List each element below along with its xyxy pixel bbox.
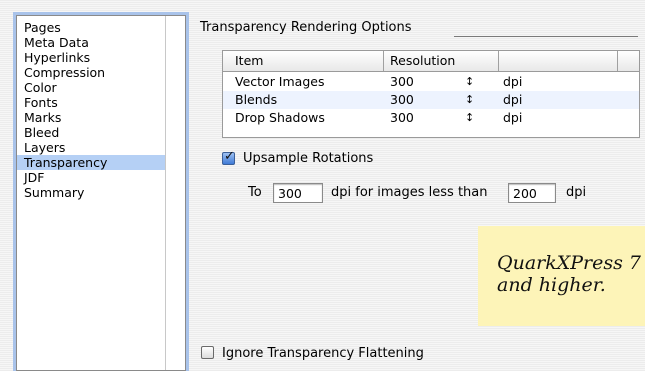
version-note: QuarkXPress 7 and higher.	[478, 226, 645, 326]
category-item-bleed[interactable]: Bleed	[17, 125, 165, 140]
category-item-layers[interactable]: Layers	[17, 140, 165, 155]
upsample-rotations-label[interactable]: Upsample Rotations	[243, 151, 373, 166]
category-item-transparency[interactable]: Transparency	[17, 155, 165, 170]
version-note-line1: QuarkXPress 7	[497, 252, 642, 274]
column-separator	[498, 51, 499, 71]
category-item-hyperlinks[interactable]: Hyperlinks	[17, 50, 165, 65]
upsample-resolution-field[interactable]: 300	[273, 183, 323, 203]
category-item-color[interactable]: Color	[17, 80, 165, 95]
version-note-line2: and higher.	[497, 274, 606, 296]
column-header-item[interactable]: Item	[235, 51, 263, 71]
upsample-rotations-checkbox[interactable]: ✓	[222, 149, 235, 165]
table-header: Item Resolution	[223, 51, 639, 72]
section-divider	[454, 36, 638, 37]
category-item-meta-data[interactable]: Meta Data	[17, 35, 165, 50]
row-unit: dpi	[503, 110, 523, 125]
upsample-threshold-unit: dpi	[566, 185, 587, 200]
ignore-flattening-label[interactable]: Ignore Transparency Flattening	[222, 346, 424, 361]
list-divider	[165, 16, 166, 370]
resolution-stepper-icon[interactable]: ↕	[465, 91, 474, 109]
table-row[interactable]: Drop Shadows 300 ↕ dpi	[223, 109, 639, 127]
row-unit: dpi	[503, 74, 523, 89]
resolution-stepper-icon[interactable]: ↕	[465, 109, 474, 127]
resolution-stepper-icon[interactable]: ↕	[465, 73, 474, 91]
category-item-pages[interactable]: Pages	[17, 20, 165, 35]
row-resolution-value[interactable]: 300	[390, 109, 414, 127]
ignore-flattening-checkbox[interactable]	[201, 346, 214, 359]
column-separator	[383, 51, 384, 71]
upsample-to-label: To	[248, 185, 262, 200]
upsample-threshold-field[interactable]: 200	[508, 183, 556, 203]
table-row[interactable]: Vector Images 300 ↕ dpi	[223, 73, 639, 91]
row-unit: dpi	[503, 92, 523, 107]
section-title: Transparency Rendering Options	[200, 20, 412, 35]
row-resolution-value[interactable]: 300	[390, 73, 414, 91]
category-item-fonts[interactable]: Fonts	[17, 95, 165, 110]
table-row[interactable]: Blends 300 ↕ dpi	[223, 91, 639, 109]
category-list[interactable]: Pages Meta Data Hyperlinks Compression C…	[16, 15, 186, 371]
column-header-resolution[interactable]: Resolution	[390, 51, 455, 71]
category-item-marks[interactable]: Marks	[17, 110, 165, 125]
category-item-jdf[interactable]: JDF	[17, 170, 165, 185]
column-separator	[617, 51, 618, 71]
resolution-table[interactable]: Item Resolution Vector Images 300 ↕ dpi …	[222, 50, 640, 138]
category-item-compression[interactable]: Compression	[17, 65, 165, 80]
row-resolution-value[interactable]: 300	[390, 91, 414, 109]
row-item-label: Drop Shadows	[235, 110, 325, 125]
checkmark-icon: ✓	[224, 149, 235, 164]
category-item-summary[interactable]: Summary	[17, 185, 165, 200]
row-item-label: Vector Images	[235, 74, 325, 89]
row-item-label: Blends	[235, 92, 278, 107]
upsample-threshold-label: dpi for images less than	[331, 185, 488, 200]
